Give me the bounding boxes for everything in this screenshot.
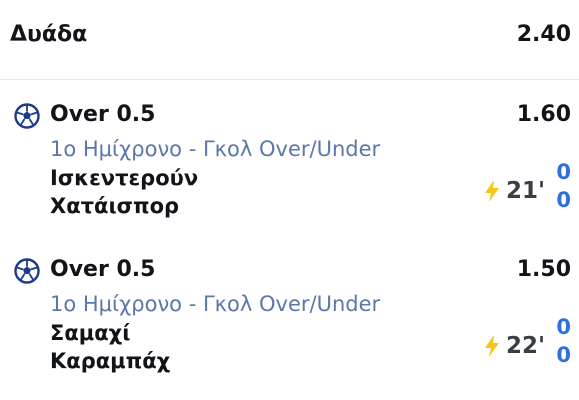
market-name: Over 0.5 (50, 257, 156, 282)
selection-odds: 1.50 (516, 257, 571, 282)
bet-slip-header: Δυάδα 2.40 (0, 0, 579, 80)
soccer-ball-icon (14, 103, 40, 129)
home-team: Σαμαχί (50, 321, 131, 345)
market-name: Over 0.5 (50, 102, 156, 127)
bet-selection[interactable]: Over 0.5 1.50 1ο Ημίχρονο - Γκολ Over/Un… (0, 245, 579, 395)
live-indicator: 22' (484, 333, 545, 359)
away-team: Χατάισπορ (50, 194, 180, 218)
live-indicator: 21' (484, 178, 545, 204)
selection-odds: 1.60 (516, 102, 571, 127)
soccer-ball-icon (14, 258, 40, 284)
total-odds: 2.40 (516, 22, 571, 47)
match-minute: 21' (505, 178, 545, 204)
bet-type-title: Δυάδα (10, 22, 88, 47)
home-score: 0 (556, 315, 571, 339)
lightning-icon (484, 335, 499, 357)
away-score: 0 (556, 188, 571, 212)
away-team: Καραμπάχ (50, 349, 171, 373)
away-score: 0 (556, 343, 571, 367)
home-score: 0 (556, 160, 571, 184)
market-category: 1ο Ημίχρονο - Γκολ Over/Under (50, 292, 381, 316)
market-category: 1ο Ημίχρονο - Γκολ Over/Under (50, 137, 381, 161)
bet-selection[interactable]: Over 0.5 1.60 1ο Ημίχρονο - Γκολ Over/Un… (0, 90, 579, 240)
match-minute: 22' (505, 333, 545, 359)
lightning-icon (484, 180, 499, 202)
home-team: Ισκεντερούν (50, 166, 199, 190)
